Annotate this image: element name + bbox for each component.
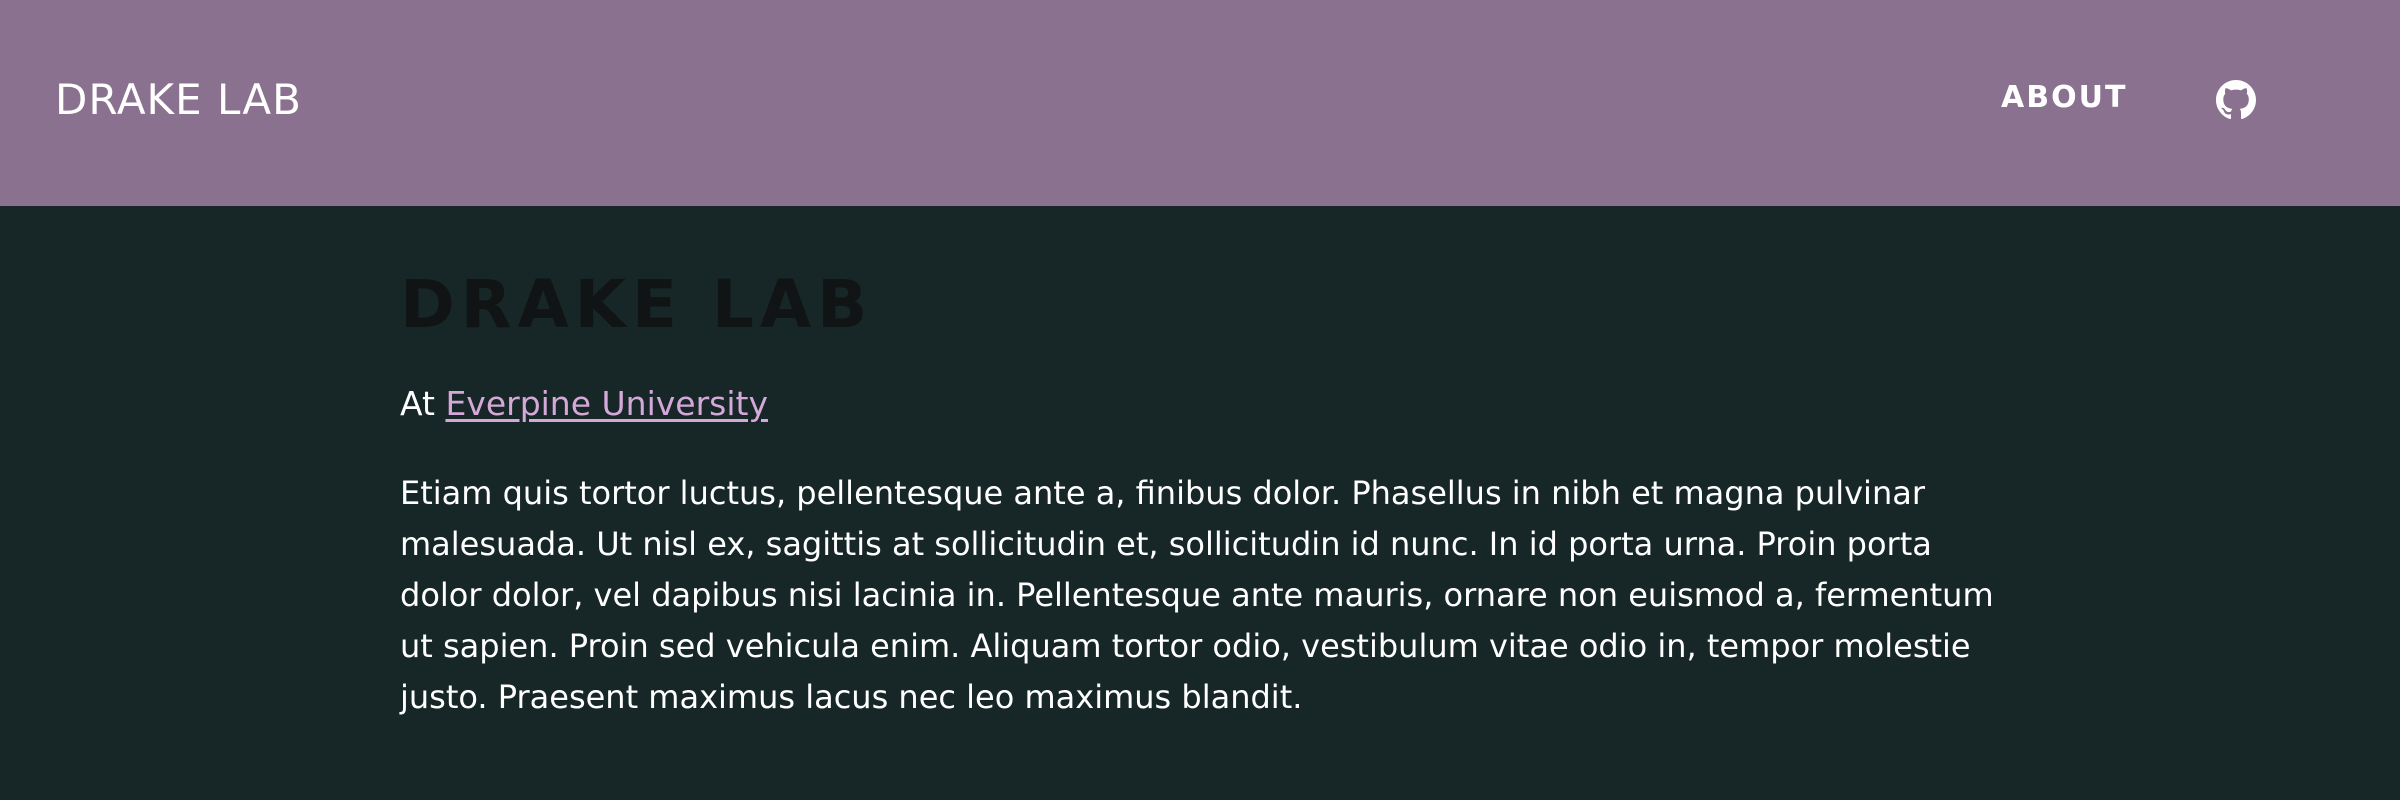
page-title: DRAKE LAB [400, 266, 874, 343]
github-link[interactable] [2216, 80, 2256, 120]
affiliation-prefix: At [400, 384, 435, 423]
bio-paragraph: Etiam quis tortor luctus, pellentesque a… [400, 474, 1994, 716]
affiliation-line: At Everpine University [400, 382, 768, 426]
brand-link[interactable]: DRAKE LAB [55, 72, 302, 128]
github-icon [2216, 80, 2256, 120]
top-navbar: DRAKE LAB ABOUT [0, 0, 2400, 206]
university-link[interactable]: Everpine University [445, 384, 768, 423]
nav-about-link[interactable]: ABOUT [2001, 78, 2127, 118]
